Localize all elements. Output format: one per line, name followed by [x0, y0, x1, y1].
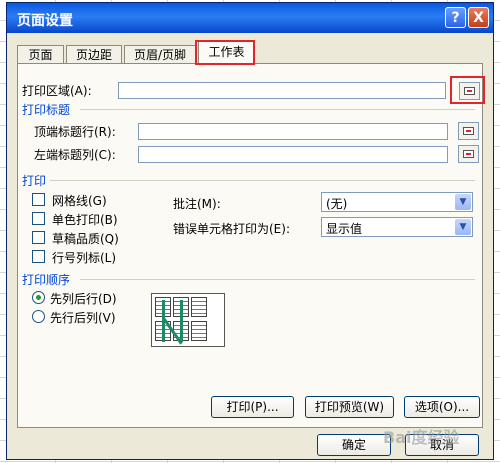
chevron-down-icon: ▼ [455, 194, 471, 210]
tab-highlight-box [195, 40, 255, 65]
range-select-icon [463, 150, 474, 158]
errors-select[interactable]: 显示值 ▼ [321, 217, 473, 237]
down-then-over-radio[interactable] [32, 291, 45, 304]
chevron-down-icon: ▼ [455, 219, 471, 235]
collapse-highlight-box [450, 76, 485, 104]
page-order-group: 打印顺序 [22, 273, 71, 287]
options-button[interactable]: 选项(O)... [404, 396, 480, 418]
print-button[interactable]: 打印(P)... [211, 396, 294, 418]
down-then-over-label: 先列后行(D) [50, 292, 117, 306]
left-cols-label: 左端标题列(C): [34, 148, 116, 162]
help-button[interactable]: ? [445, 7, 466, 28]
range-select-icon [463, 127, 474, 135]
left-cols-collapse-button[interactable] [458, 145, 479, 163]
errors-label: 错误单元格打印为(E): [173, 222, 290, 236]
gridlines-label: 网格线(G) [52, 194, 107, 208]
draft-checkbox[interactable] [32, 231, 45, 244]
print-group: 打印 [22, 174, 47, 188]
left-cols-input[interactable] [138, 146, 448, 163]
tab-header-footer[interactable]: 页眉/页脚 [124, 45, 196, 63]
sheet-panel: 打印区域(A): 打印标题 顶端标题行(R): 左端标题列(C): 打印 网格线… [17, 63, 485, 428]
row-col-headers-checkbox[interactable] [32, 250, 45, 263]
top-rows-collapse-button[interactable] [458, 122, 479, 140]
over-then-down-label: 先行后列(V) [50, 311, 116, 325]
ok-button[interactable]: 确定 [317, 434, 391, 456]
print-preview-button[interactable]: 打印预览(W) [305, 396, 394, 418]
print-titles-separator [80, 109, 475, 110]
tab-margins[interactable]: 页边距 [66, 45, 122, 63]
top-rows-label: 顶端标题行(R): [34, 125, 116, 139]
tab-page[interactable]: 页面 [17, 45, 64, 63]
comments-label: 批注(M): [173, 197, 221, 211]
page-order-separator [80, 279, 475, 280]
page-setup-dialog: 页面设置 ? X 页面 页边距 页眉/页脚 工作表 打印区域(A): 打印标题 … [6, 2, 494, 460]
gridlines-checkbox[interactable] [32, 193, 45, 206]
dialog-title: 页面设置 [17, 13, 73, 29]
errors-value: 显示值 [326, 222, 363, 236]
watermark: Bai度经验 [383, 428, 460, 447]
row-col-headers-label: 行号列标(L) [52, 251, 117, 265]
top-rows-input[interactable] [138, 123, 448, 140]
print-separator [50, 180, 475, 181]
order-arrow-icon [180, 300, 183, 342]
page-order-preview-icon [151, 293, 225, 347]
mono-label: 单色打印(B) [52, 213, 118, 227]
page-thumb-icon [191, 321, 207, 341]
print-titles-group: 打印标题 [22, 103, 71, 117]
page-thumb-icon [191, 297, 207, 317]
over-then-down-radio[interactable] [32, 310, 45, 323]
comments-select[interactable]: (无) ▼ [321, 192, 473, 212]
draft-label: 草稿品质(Q) [52, 232, 119, 246]
print-area-label: 打印区域(A): [22, 84, 92, 98]
close-button[interactable]: X [468, 7, 489, 28]
mono-checkbox[interactable] [32, 212, 45, 225]
print-area-input[interactable] [118, 82, 446, 99]
title-bar: 页面设置 ? X [7, 3, 493, 33]
comments-value: (无) [326, 197, 348, 211]
